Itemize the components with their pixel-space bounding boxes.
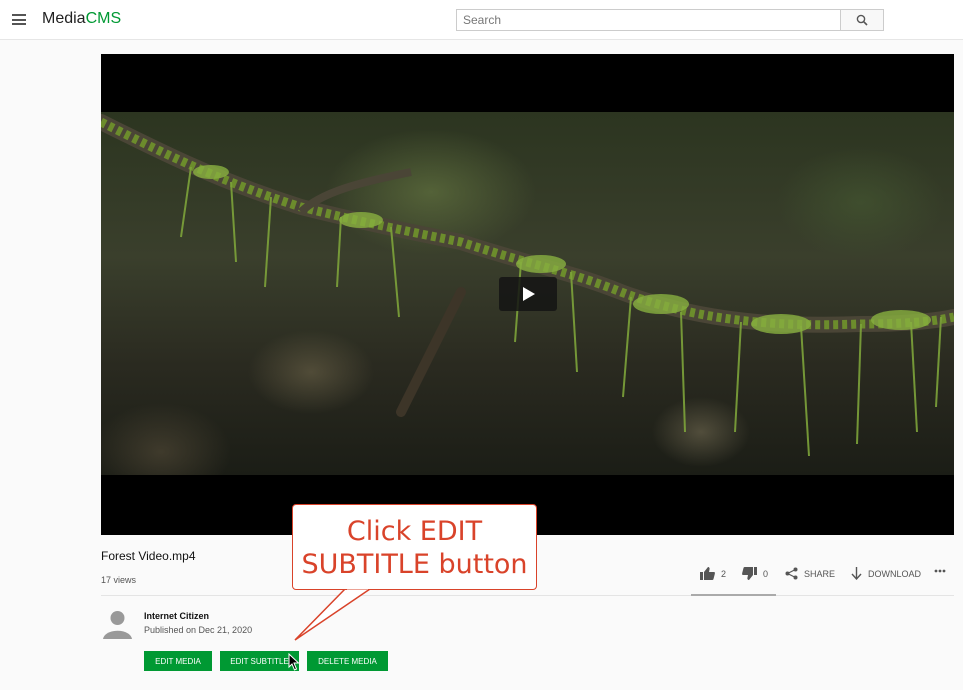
edit-media-button[interactable]: EDIT MEDIA <box>144 651 212 671</box>
divider <box>101 595 954 596</box>
download-label: DOWNLOAD <box>868 568 922 579</box>
callout-line-1: Click EDIT <box>346 516 483 547</box>
delete-media-button[interactable]: DELETE MEDIA <box>307 651 388 671</box>
header-bar: MediaCMS <box>0 0 963 40</box>
dislike-count: 0 <box>763 568 769 579</box>
more-options-button[interactable] <box>934 569 946 573</box>
share-icon <box>785 567 798 580</box>
play-button[interactable] <box>499 277 557 311</box>
play-icon <box>523 287 535 301</box>
view-count: 17 views <box>101 575 137 585</box>
hamburger-icon[interactable] <box>12 14 26 25</box>
media-title: Forest Video.mp4 <box>101 549 196 563</box>
avatar[interactable] <box>101 606 134 639</box>
mouse-cursor-icon <box>288 653 300 671</box>
dislike-button[interactable]: 0 <box>742 567 768 580</box>
share-label: SHARE <box>804 568 836 579</box>
like-button[interactable]: 2 <box>700 567 726 580</box>
logo[interactable]: MediaCMS <box>42 10 121 28</box>
thumbs-up-icon <box>700 567 715 580</box>
download-button[interactable]: DOWNLOAD <box>851 567 921 580</box>
logo-accent: CMS <box>85 10 122 27</box>
annotation-callout: Click EDIT SUBTITLE button <box>292 504 537 590</box>
logo-text: Media <box>42 10 86 27</box>
share-button[interactable]: SHARE <box>785 567 835 580</box>
download-icon <box>851 567 862 580</box>
thumbs-down-icon <box>742 567 757 580</box>
search-button[interactable] <box>840 9 884 31</box>
author-name[interactable]: Internet Citizen <box>144 611 209 621</box>
callout-line-2: SUBTITLE button <box>301 549 528 580</box>
more-horizontal-icon <box>934 569 946 573</box>
like-count: 2 <box>721 568 727 579</box>
search-input[interactable] <box>456 9 842 31</box>
user-avatar-icon <box>101 606 134 639</box>
like-ratio-bar <box>691 594 776 596</box>
publish-date: Published on Dec 21, 2020 <box>144 625 253 635</box>
search-icon <box>856 14 868 26</box>
video-player[interactable] <box>101 54 954 535</box>
